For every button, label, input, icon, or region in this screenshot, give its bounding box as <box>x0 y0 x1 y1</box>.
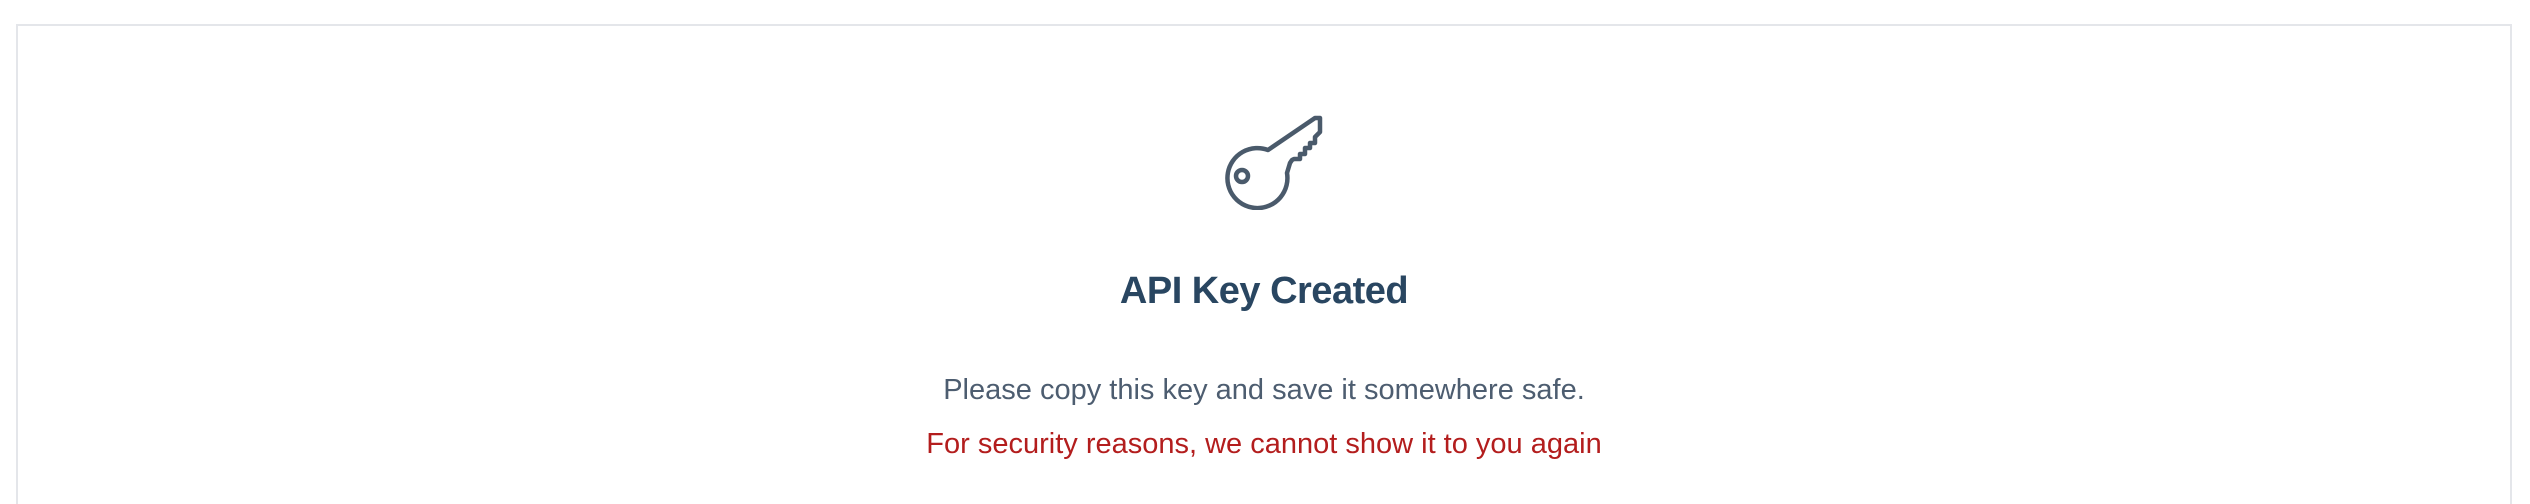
api-key-created-panel: API Key Created Please copy this key and… <box>16 24 2512 504</box>
copy-instruction-text: Please copy this key and save it somewhe… <box>943 374 1585 406</box>
dialog-title: API Key Created <box>1119 270 1409 312</box>
key-icon <box>1218 86 1342 210</box>
security-warning-text: For security reasons, we cannot show it … <box>926 428 1602 460</box>
